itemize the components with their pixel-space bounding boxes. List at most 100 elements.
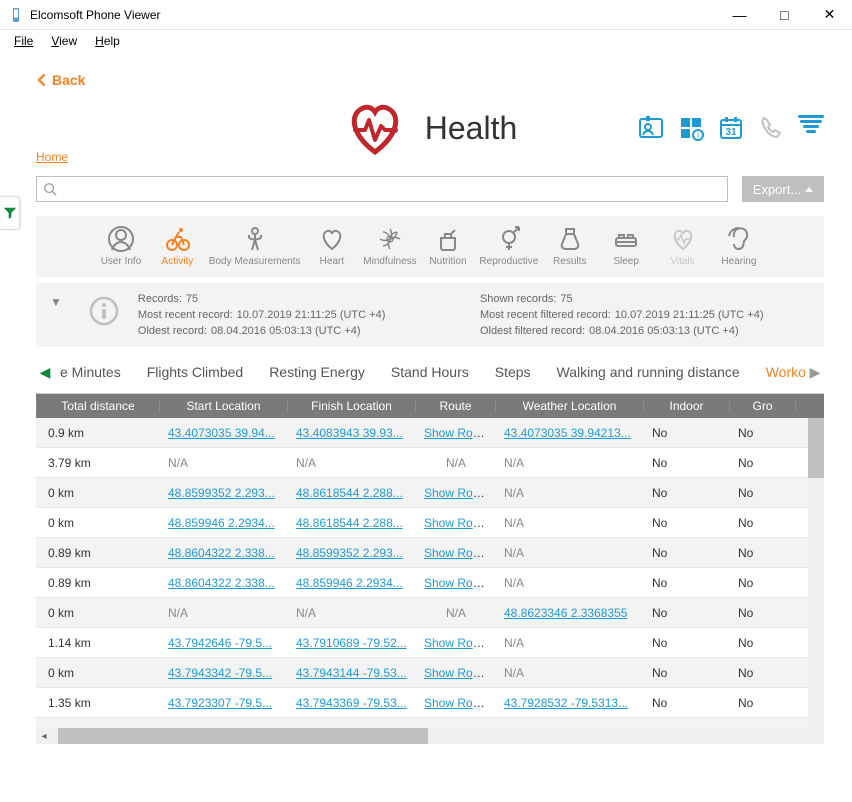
cell: Show Route: [416, 666, 496, 680]
table-row[interactable]: 0.9 km43.4073035 39.94...43.4083943 39.9…: [36, 418, 824, 448]
cell: 43.7943144 -79.53...: [288, 666, 416, 680]
menu-help[interactable]: Help: [87, 32, 128, 50]
menu-file[interactable]: File: [6, 32, 41, 50]
cell: No: [730, 606, 796, 620]
cell: 55.7277807 37.60...: [160, 726, 288, 729]
category-nutrition[interactable]: Nutrition: [423, 226, 473, 267]
cell: N/A: [496, 486, 644, 500]
category-row: User InfoActivity Body Measurements Heart M…: [36, 216, 824, 277]
cell: No: [644, 516, 730, 530]
cell: 48.8623346 2.3368355: [496, 606, 644, 620]
grid-icon[interactable]: i: [678, 115, 704, 141]
cell: 48.8599352 2.293...: [160, 486, 288, 500]
activity-icon: [164, 226, 190, 252]
hscroll-thumb[interactable]: [58, 728, 428, 744]
svg-text:31: 31: [725, 127, 737, 138]
vertical-scrollbar-thumb[interactable]: [808, 418, 824, 478]
table-row[interactable]: 0 kmN/AN/AN/A48.8623346 2.3368355NoNo: [36, 598, 824, 628]
table-row[interactable]: 0 km43.7943342 -79.5...43.7943144 -79.53…: [36, 658, 824, 688]
hscroll-left[interactable]: ◂: [36, 728, 52, 744]
user-info-icon: [108, 226, 134, 252]
cell: N/A: [288, 456, 416, 470]
search-input[interactable]: [57, 182, 721, 196]
table-header: Total distanceStart LocationFinish Locat…: [36, 394, 824, 418]
horizontal-scrollbar[interactable]: ◂ ▸: [36, 728, 824, 744]
tab-walking-and-running-distance[interactable]: Walking and running distance: [557, 364, 740, 380]
category-hearing[interactable]: Hearing: [714, 226, 764, 267]
table-body: 0.9 km43.4073035 39.94...43.4083943 39.9…: [36, 418, 824, 728]
col-header[interactable]: Total distance: [36, 399, 160, 413]
tab-workout[interactable]: Workout: [766, 364, 806, 380]
tab-flights-climbed[interactable]: Flights Climbed: [147, 364, 243, 380]
cell: No: [730, 516, 796, 530]
oldest-f-value: 08.04.2016 05:03:13 (UTC +4): [589, 325, 739, 337]
category-user-info[interactable]: User Info: [96, 226, 146, 267]
category-results[interactable]: Results: [545, 226, 595, 267]
tabs-scroll-right[interactable]: ▶: [806, 364, 824, 381]
table-row[interactable]: 0.89 km48.8604322 2.338...48.8599352 2.2…: [36, 538, 824, 568]
calendar-icon[interactable]: 31: [718, 115, 744, 141]
tab-e-minutes[interactable]: e Minutes: [60, 364, 121, 380]
col-header[interactable]: Weather Location: [496, 399, 644, 413]
cell: No: [644, 696, 730, 710]
minimize-button[interactable]: —: [717, 0, 762, 30]
table-row[interactable]: 3.79 kmN/AN/AN/AN/ANoNo: [36, 448, 824, 478]
tab-resting-energy[interactable]: Resting Energy: [269, 364, 365, 380]
cell: 55.7277975 37.60161...: [496, 726, 644, 729]
search-box[interactable]: [36, 176, 728, 202]
maximize-button[interactable]: □: [762, 0, 807, 30]
table-row[interactable]: 1.35 km43.7923307 -79.5...43.7943369 -79…: [36, 688, 824, 718]
col-header[interactable]: Gro: [730, 399, 796, 413]
menu-stack-icon[interactable]: [798, 115, 824, 141]
breadcrumb-home[interactable]: Home: [36, 150, 68, 164]
table-row[interactable]: 0 km48.859946 2.2934...48.8618544 2.288.…: [36, 508, 824, 538]
records-label: Records:: [138, 293, 182, 305]
table-row[interactable]: 0.89 km48.8604322 2.338...48.859946 2.29…: [36, 568, 824, 598]
category-mindfulness[interactable]: Mindfulness: [363, 226, 416, 267]
export-label: Export...: [753, 182, 801, 197]
window-titlebar: Elcomsoft Phone Viewer — □ ✕: [0, 0, 852, 30]
shown-label: Shown records:: [480, 293, 556, 305]
col-header[interactable]: Start Location: [160, 399, 288, 413]
cell: No: [644, 486, 730, 500]
category-label: Nutrition: [429, 256, 466, 267]
cell: N/A: [496, 636, 644, 650]
category-sleep[interactable]: Sleep: [601, 226, 651, 267]
table-row[interactable]: 1.3 km55.7277807 37.60...55.7280055 37.6…: [36, 718, 824, 728]
close-button[interactable]: ✕: [807, 0, 852, 30]
table-row[interactable]: 1.14 km43.7942646 -79.5...43.7910689 -79…: [36, 628, 824, 658]
cell: N/A: [288, 606, 416, 620]
cell: 48.8604322 2.338...: [160, 546, 288, 560]
results-icon: [557, 226, 583, 252]
collapse-toggle[interactable]: ▼: [50, 295, 62, 309]
recent-f-value: 10.07.2019 21:11:25 (UTC +4): [615, 309, 764, 321]
category-reproductive[interactable]: Reproductive: [479, 226, 538, 267]
category-body[interactable]: Body Measurements: [209, 226, 301, 267]
mindfulness-icon: [377, 226, 403, 252]
phone-icon[interactable]: [758, 115, 784, 141]
export-button[interactable]: Export...: [742, 176, 824, 202]
window-title: Elcomsoft Phone Viewer: [30, 8, 161, 22]
sleep-icon: [613, 226, 639, 252]
col-header[interactable]: Finish Location: [288, 399, 416, 413]
tabs-scroll-left[interactable]: ◀: [36, 364, 54, 381]
category-label: Body Measurements: [209, 256, 301, 267]
tab-steps[interactable]: Steps: [495, 364, 531, 380]
table-row[interactable]: 0 km48.8599352 2.293...48.8618544 2.288.…: [36, 478, 824, 508]
category-activity[interactable]: Activity: [152, 226, 202, 267]
cell: 1.35 km: [36, 696, 160, 710]
menu-view[interactable]: View: [43, 32, 85, 50]
back-link[interactable]: Back: [36, 72, 85, 88]
recent-f-label: Most recent filtered record:: [480, 309, 611, 321]
category-vitals[interactable]: Vitals: [658, 226, 708, 267]
menu-bar: File View Help: [0, 30, 852, 52]
category-label: Mindfulness: [363, 256, 416, 267]
tab-stand-hours[interactable]: Stand Hours: [391, 364, 469, 380]
col-header[interactable]: Route: [416, 399, 496, 413]
cell: 48.859946 2.2934...: [160, 516, 288, 530]
cell: 55.7280055 37.60...: [288, 726, 416, 729]
col-header[interactable]: Indoor: [644, 399, 730, 413]
category-heart[interactable]: Heart: [307, 226, 357, 267]
subtabs: e Minutes Flights Climbed Resting Energy St…: [54, 364, 806, 380]
contacts-icon[interactable]: [638, 115, 664, 141]
